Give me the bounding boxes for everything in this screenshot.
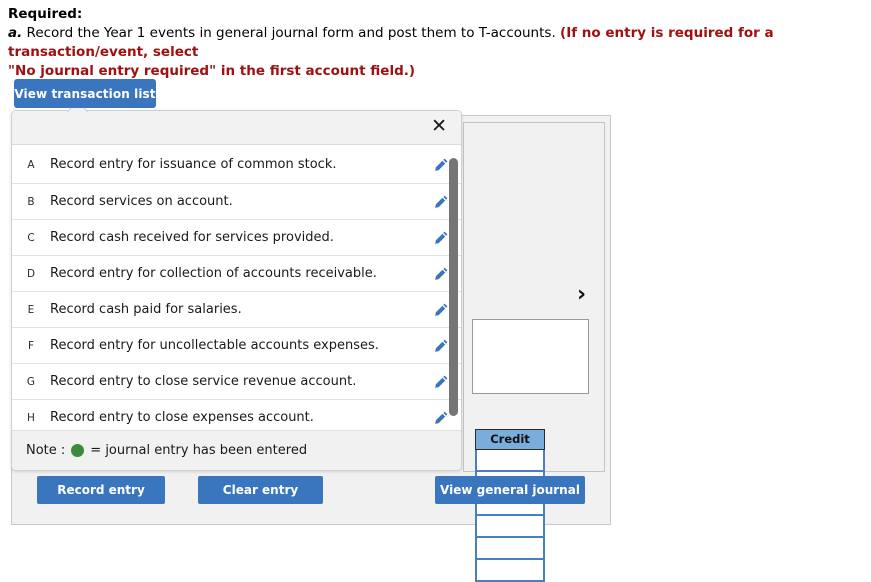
credit-input-cell[interactable]	[475, 516, 545, 538]
credit-input-cell[interactable]	[475, 538, 545, 560]
transaction-letter: C	[27, 231, 35, 244]
list-item[interactable]: F Record entry for uncollectable account…	[12, 328, 461, 364]
green-dot-icon	[71, 444, 85, 457]
transaction-letter: A	[27, 158, 35, 171]
transaction-label: Record entry to close service revenue ac…	[50, 374, 357, 389]
transaction-letter: D	[26, 267, 36, 280]
transaction-label: Record entry for collection of accounts …	[50, 266, 377, 281]
transaction-letter: H	[27, 411, 35, 424]
credit-column: Credit	[475, 429, 545, 582]
transaction-letter: B	[27, 195, 35, 208]
credit-column-header: Credit	[475, 429, 545, 450]
list-item[interactable]: E Record cash paid for salaries.	[12, 292, 461, 328]
next-chevron-icon[interactable]: ›	[577, 284, 586, 306]
close-icon[interactable]: ✕	[428, 114, 450, 138]
scrollbar-thumb[interactable]	[449, 158, 458, 416]
list-item[interactable]: C Record cash received for services prov…	[12, 220, 461, 256]
note-bar: Note : = journal entry has been entered	[12, 430, 461, 470]
requirement-note-line2: "No journal entry required" in the first…	[8, 63, 416, 79]
requirement-letter: a.	[8, 25, 23, 41]
credit-input-cell[interactable]	[475, 450, 545, 472]
requirement-text: a. Record the Year 1 events in general j…	[8, 24, 864, 81]
scrollbar-track[interactable]	[449, 158, 458, 416]
transaction-label: Record entry for uncollectable accounts …	[50, 338, 379, 353]
transaction-letter: E	[27, 303, 35, 316]
note-label: Note :	[26, 443, 66, 458]
transaction-list: A Record entry for issuance of common st…	[12, 145, 461, 432]
transaction-label: Record entry to close expenses account.	[50, 410, 314, 425]
list-item[interactable]: D Record entry for collection of account…	[12, 256, 461, 292]
view-transaction-list-button[interactable]: View transaction list	[14, 79, 156, 108]
transaction-letter: G	[26, 375, 36, 388]
required-title: Required:	[8, 6, 83, 22]
credit-input-cell[interactable]	[475, 560, 545, 582]
transaction-list-modal: ✕ A Record entry for issuance of common …	[11, 100, 462, 471]
list-item[interactable]: G Record entry to close service revenue …	[12, 364, 461, 400]
list-item[interactable]: H Record entry to close expenses account…	[12, 400, 461, 432]
transaction-label: Record cash paid for salaries.	[50, 302, 242, 317]
view-general-journal-button[interactable]: View general journal	[435, 476, 585, 504]
note-description: = journal entry has been entered	[90, 443, 308, 458]
transaction-label: Record cash received for services provid…	[50, 230, 334, 245]
list-item[interactable]: A Record entry for issuance of common st…	[12, 145, 461, 184]
memo-input-box[interactable]	[472, 319, 589, 394]
transaction-label: Record services on account.	[50, 194, 233, 209]
transaction-label: Record entry for issuance of common stoc…	[50, 157, 337, 172]
transaction-letter: F	[27, 339, 35, 352]
requirement-body: Record the Year 1 events in general jour…	[22, 25, 561, 41]
requirement-block: Required: a. Record the Year 1 events in…	[8, 6, 864, 81]
record-entry-button[interactable]: Record entry	[37, 476, 165, 504]
clear-entry-button[interactable]: Clear entry	[198, 476, 323, 504]
list-item[interactable]: B Record services on account.	[12, 184, 461, 220]
